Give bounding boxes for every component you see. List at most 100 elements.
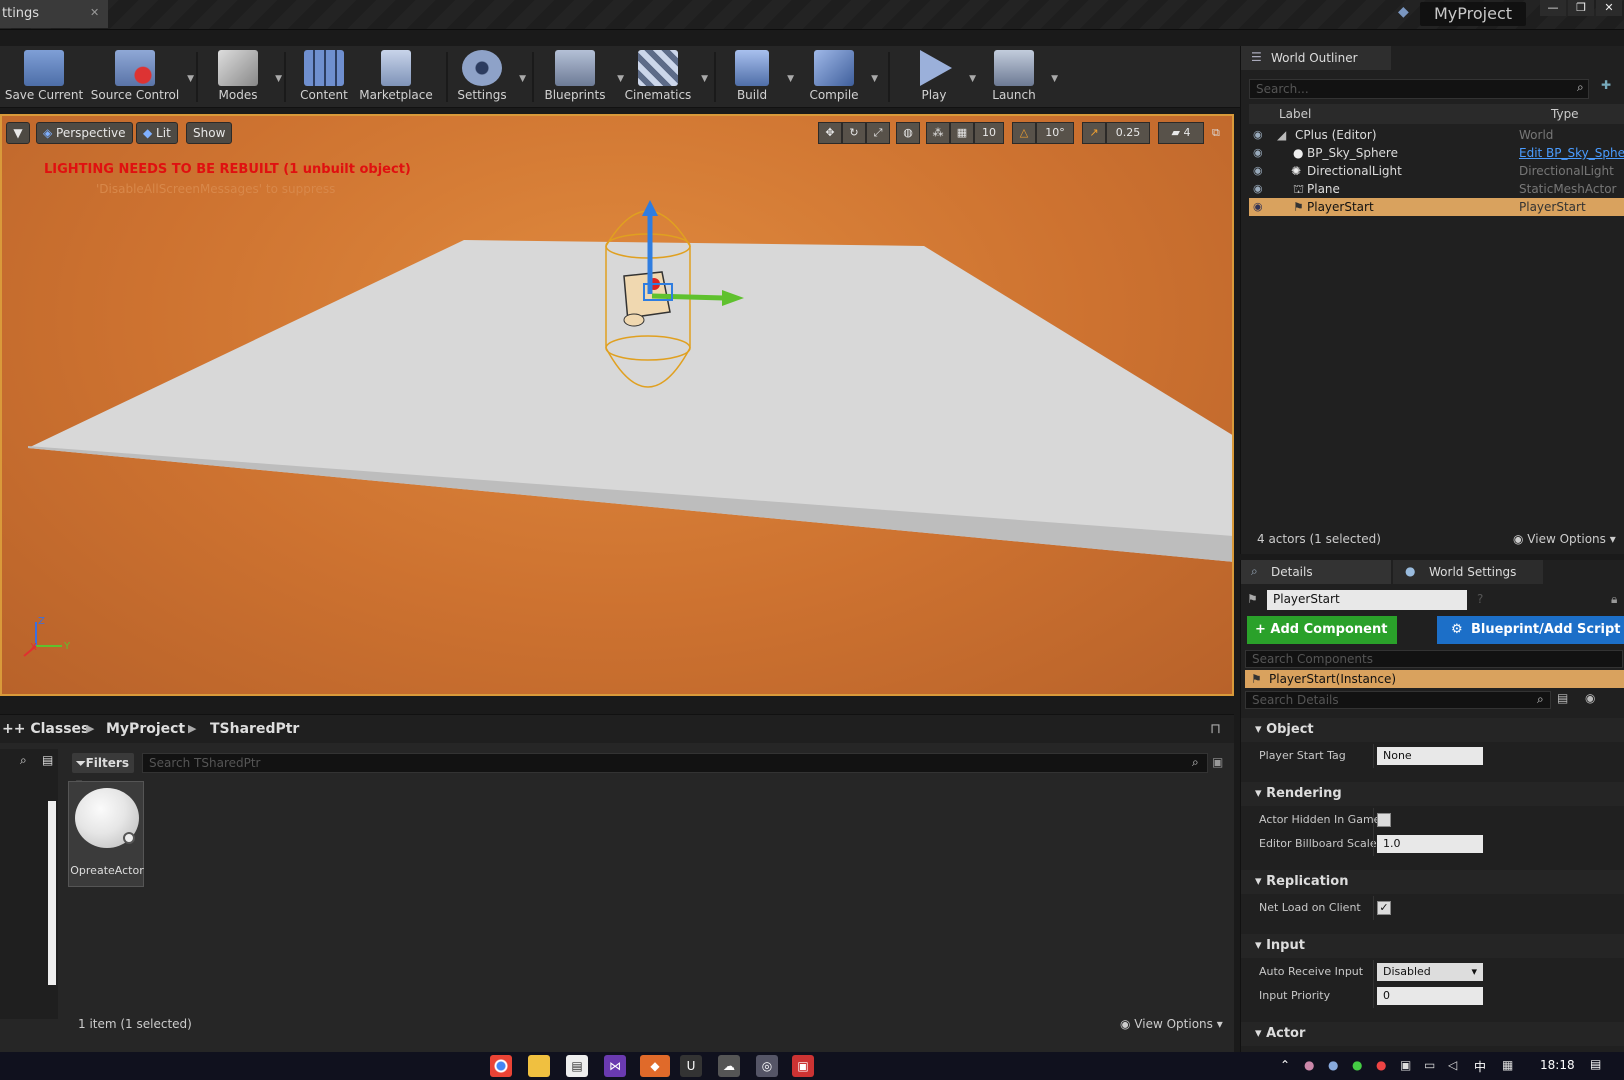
maximize-viewport-icon[interactable]: ⧉ <box>1212 126 1220 140</box>
cinematics-button[interactable]: Cinematics ▼ <box>622 50 708 102</box>
camera-speed-button[interactable]: ▰ 4 <box>1158 122 1204 144</box>
lock-icon[interactable]: ⊓ <box>1210 715 1221 743</box>
launch-button[interactable]: Launch ▼ <box>984 50 1058 102</box>
actor-name-input[interactable]: PlayerStart <box>1267 590 1467 610</box>
scrollbar[interactable] <box>48 801 56 985</box>
list-view-icon[interactable]: ▤ <box>42 753 53 767</box>
chevron-up-icon[interactable]: ⌃ <box>1280 1058 1290 1072</box>
category-replication[interactable]: ▾ Replication <box>1241 870 1624 894</box>
volume-icon[interactable]: ◁ <box>1448 1058 1457 1072</box>
content-view-options-button[interactable]: ◉ View Options ▾ <box>1120 1017 1223 1031</box>
chevron-down-icon[interactable]: ▼ <box>787 74 794 84</box>
notification-icon[interactable]: ▤ <box>1590 1057 1601 1071</box>
outliner-search-input[interactable]: Search... <box>1249 79 1589 99</box>
modes-button[interactable]: Modes ▼ <box>208 50 282 102</box>
chevron-down-icon[interactable]: ▼ <box>519 74 526 84</box>
auto-receive-input-select[interactable]: Disabled ▾ <box>1377 963 1483 981</box>
translate-icon[interactable]: ✥ <box>818 122 842 144</box>
keyboard-icon[interactable]: ▦ <box>1502 1058 1513 1072</box>
search-details-input[interactable]: Search Details <box>1245 691 1551 709</box>
visibility-eye-icon[interactable]: ◉ <box>1253 180 1263 198</box>
content-search-input[interactable]: Search TSharedPtr <box>142 753 1208 773</box>
settings-button[interactable]: Settings ▼ <box>452 50 526 102</box>
content-button[interactable]: Content <box>294 50 354 102</box>
chevron-down-icon[interactable]: ▼ <box>701 74 708 84</box>
compile-button[interactable]: Compile ▼ <box>804 50 878 102</box>
display-icon[interactable]: ▭ <box>1424 1058 1435 1072</box>
player-start-tag-input[interactable]: None <box>1377 747 1483 765</box>
chevron-right-icon[interactable]: ▶ <box>188 715 196 743</box>
tab-details[interactable]: ⌕ Details <box>1241 560 1391 584</box>
tray-icon[interactable]: ● <box>1304 1058 1314 1072</box>
ime-indicator[interactable]: 中 <box>1474 1058 1486 1075</box>
visibility-eye-icon[interactable]: ◉ <box>1253 198 1263 216</box>
filters-button[interactable]: ⏷Filters ▾ <box>72 753 134 790</box>
blueprints-button[interactable]: Blueprints ▼ <box>540 50 624 102</box>
media-icon[interactable]: ▣ <box>792 1055 814 1077</box>
minimize-button[interactable]: — <box>1540 0 1566 16</box>
tab-world-settings[interactable]: ● World Settings <box>1393 560 1543 584</box>
billboard-scale-input[interactable]: 1.0 <box>1377 835 1483 853</box>
sources-panel-collapsed[interactable]: ⌕ ▤ <box>0 749 58 1019</box>
window-close-button[interactable]: ✕ <box>1596 0 1622 16</box>
column-label[interactable]: Label <box>1249 104 1519 124</box>
visual-studio-icon[interactable]: ⋈ <box>604 1055 626 1077</box>
outliner-row-directional-light[interactable]: ◉ ✺ DirectionalLight DirectionalLight <box>1249 162 1624 180</box>
unreal-engine-icon[interactable]: U <box>680 1055 702 1077</box>
breadcrumb-classes[interactable]: ++ Classes <box>2 715 89 743</box>
scale-icon[interactable]: ⤢ <box>866 122 890 144</box>
wechat-icon[interactable]: ● <box>1352 1058 1362 1072</box>
chevron-down-icon[interactable]: ▼ <box>275 74 282 84</box>
close-icon[interactable]: ✕ <box>90 6 99 19</box>
tray-icon[interactable]: ● <box>1328 1058 1338 1072</box>
category-input[interactable]: ▾ Input <box>1241 934 1624 958</box>
outliner-row-world[interactable]: ◉ ◢ CPlus (Editor) World <box>1249 126 1624 144</box>
search-icon[interactable]: ⌕ <box>20 753 27 768</box>
visibility-eye-icon[interactable]: ◉ <box>1253 144 1263 162</box>
tab-world-outliner[interactable]: ☰ World Outliner <box>1241 46 1391 70</box>
help-icon[interactable]: ? <box>1477 592 1483 606</box>
column-type[interactable]: Type <box>1519 104 1624 124</box>
level-viewport[interactable]: Z Y X ▼ ◈ Perspective ◆ Lit Show ✥ ↻ ⤢ ◍… <box>0 114 1234 696</box>
maximize-button[interactable]: ❐ <box>1568 0 1594 16</box>
chevron-down-icon[interactable]: ▼ <box>1051 74 1058 84</box>
network-icon[interactable]: ▣ <box>1400 1058 1411 1072</box>
viewport-options-dropdown[interactable]: ▼ <box>6 122 30 144</box>
category-object[interactable]: ▾ Object <box>1241 718 1624 742</box>
grid-snap-icon[interactable]: ▦ <box>950 122 974 144</box>
chevron-down-icon[interactable]: ▼ <box>871 74 878 84</box>
asset-tile[interactable]: OpreateActor <box>68 781 144 887</box>
steam-icon[interactable]: ◎ <box>756 1055 778 1077</box>
world-space-icon[interactable]: ◍ <box>896 122 920 144</box>
chrome-icon[interactable] <box>490 1055 512 1077</box>
rotate-icon[interactable]: ↻ <box>842 122 866 144</box>
visibility-eye-icon[interactable]: ◉ <box>1253 162 1263 180</box>
search-components-input[interactable]: Search Components <box>1245 650 1623 668</box>
chevron-down-icon[interactable]: ▼ <box>969 74 976 84</box>
show-button[interactable]: Show <box>186 122 233 144</box>
marketplace-button[interactable]: Marketplace <box>356 50 436 102</box>
edit-blueprint-link[interactable]: Edit BP_Sky_Sphe <box>1519 144 1624 162</box>
category-actor[interactable]: ▾ Actor <box>1241 1022 1624 1046</box>
rotation-snap-icon[interactable]: △ <box>1012 122 1036 144</box>
add-component-button[interactable]: + Add Component ▾ <box>1247 616 1397 665</box>
category-rendering[interactable]: ▾ Rendering <box>1241 782 1624 806</box>
source-control-button[interactable]: Source Control ▼ <box>90 50 194 102</box>
lit-button[interactable]: ◆ Lit <box>136 122 178 144</box>
surface-snap-icon[interactable]: ⁂ <box>926 122 950 144</box>
eye-icon[interactable]: ◉ <box>1585 691 1595 705</box>
scale-snap-value[interactable]: 0.25 <box>1106 122 1150 144</box>
outliner-view-options-button[interactable]: ◉ View Options ▾ <box>1513 532 1616 546</box>
outliner-row-plane[interactable]: ◉ ⛫ Plane StaticMeshActor <box>1249 180 1624 198</box>
build-button[interactable]: Build ▼ <box>724 50 794 102</box>
outliner-row-player-start[interactable]: ◉ ⚑ PlayerStart PlayerStart <box>1249 198 1624 216</box>
scale-snap-icon[interactable]: ↗ <box>1082 122 1106 144</box>
tray-icon[interactable]: ● <box>1376 1058 1386 1072</box>
property-matrix-icon[interactable]: ▤ <box>1557 691 1568 705</box>
scene-canvas[interactable]: Z Y X <box>2 116 1232 694</box>
perspective-button[interactable]: ◈ Perspective <box>36 122 133 144</box>
rotation-snap-value[interactable]: 10° <box>1036 122 1074 144</box>
clock[interactable]: 18:18 <box>1540 1058 1575 1072</box>
actor-hidden-checkbox[interactable] <box>1377 813 1391 827</box>
app-icon[interactable]: ☁ <box>718 1055 740 1077</box>
